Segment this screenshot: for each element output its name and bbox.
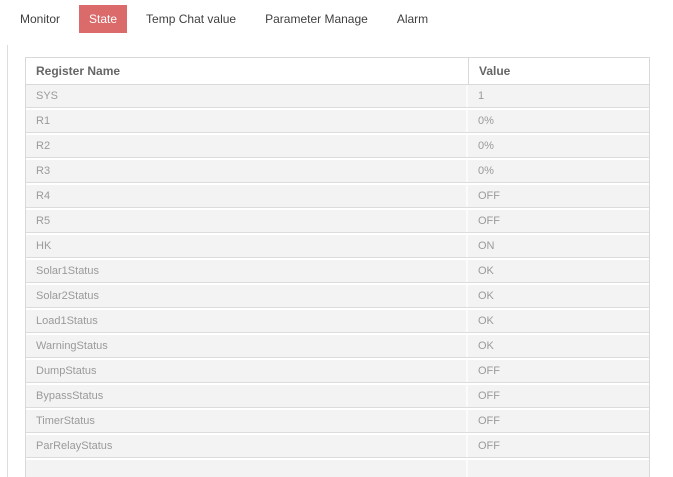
table-row[interactable]: R2 0% — [26, 135, 649, 158]
table-row[interactable]: R3 0% — [26, 160, 649, 183]
table-row[interactable]: SYS 1 — [26, 85, 649, 108]
register-table: Register Name Value SYS 1 R1 0% R2 0% R3 0% R4 OF… — [25, 57, 650, 477]
register-value-cell: OFF — [478, 215, 500, 227]
register-name-cell — [26, 460, 468, 477]
register-name-cell: Solar2Status — [26, 285, 468, 307]
register-name-cell: Load1Status — [26, 310, 468, 332]
register-value-cell: OFF — [478, 415, 500, 427]
table-row[interactable]: BypassStatus OFF — [26, 385, 649, 408]
register-name-cell: SYS — [26, 85, 468, 107]
table-row[interactable]: HK ON — [26, 235, 649, 258]
register-name-cell: DumpStatus — [26, 360, 468, 382]
register-value-cell: OK — [478, 340, 494, 352]
tab-monitor[interactable]: Monitor — [10, 5, 70, 33]
tab-alarm[interactable]: Alarm — [387, 5, 438, 33]
register-name-cell: R1 — [26, 110, 468, 132]
table-row[interactable]: ParRelayStatus OFF — [26, 435, 649, 458]
table-row[interactable]: R4 OFF — [26, 185, 649, 208]
table-row[interactable]: TimerStatus OFF — [26, 410, 649, 433]
register-name-cell: BypassStatus — [26, 385, 468, 407]
register-name-cell: R3 — [26, 160, 468, 182]
register-value-cell: OFF — [478, 390, 500, 402]
register-value-cell: 1 — [478, 90, 485, 102]
tab-parameter-manage[interactable]: Parameter Manage — [255, 5, 378, 33]
table-row[interactable]: DumpStatus OFF — [26, 360, 649, 383]
register-value-cell: OK — [478, 290, 494, 302]
register-value-cell: OFF — [478, 365, 500, 377]
table-row[interactable]: Solar1Status OK — [26, 260, 649, 283]
column-header-value: Value — [479, 64, 511, 78]
register-value-cell: OK — [478, 265, 494, 277]
tab-bar: Monitor State Temp Chat value Parameter Man… — [0, 0, 673, 38]
register-value-cell: OFF — [478, 440, 500, 452]
table-row[interactable]: Solar2Status OK — [26, 285, 649, 308]
register-value-cell: 0% — [478, 140, 494, 152]
register-name-cell: R5 — [26, 210, 468, 232]
table-row-partial[interactable] — [26, 460, 649, 477]
register-value-cell: OK — [478, 315, 494, 327]
register-name-cell: R4 — [26, 185, 468, 207]
table-body: SYS 1 R1 0% R2 0% R3 0% R4 OFF R5 OFF HK ON Solar1Stat… — [25, 85, 650, 477]
table-header-row: Register Name Value — [25, 57, 650, 85]
register-name-cell: R2 — [26, 135, 468, 157]
tab-state[interactable]: State — [79, 5, 128, 33]
column-header-register-name: Register Name — [26, 58, 469, 84]
table-row[interactable]: Load1Status OK — [26, 310, 649, 333]
table-row[interactable]: R1 0% — [26, 110, 649, 133]
register-value-cell: 0% — [478, 115, 494, 127]
register-name-cell: ParRelayStatus — [26, 435, 468, 457]
tab-temp-chat-value[interactable]: Temp Chat value — [136, 5, 246, 33]
register-value-cell: ON — [478, 240, 495, 252]
register-name-cell: TimerStatus — [26, 410, 468, 432]
table-row[interactable]: R5 OFF — [26, 210, 649, 233]
register-name-cell: HK — [26, 235, 468, 257]
register-value-cell: OFF — [478, 190, 500, 202]
table-row[interactable]: WarningStatus OK — [26, 335, 649, 358]
register-value-cell: 0% — [478, 165, 494, 177]
content-panel: Register Name Value SYS 1 R1 0% R2 0% R3 0% R4 OF… — [7, 45, 673, 477]
register-name-cell: Solar1Status — [26, 260, 468, 282]
register-name-cell: WarningStatus — [26, 335, 468, 357]
